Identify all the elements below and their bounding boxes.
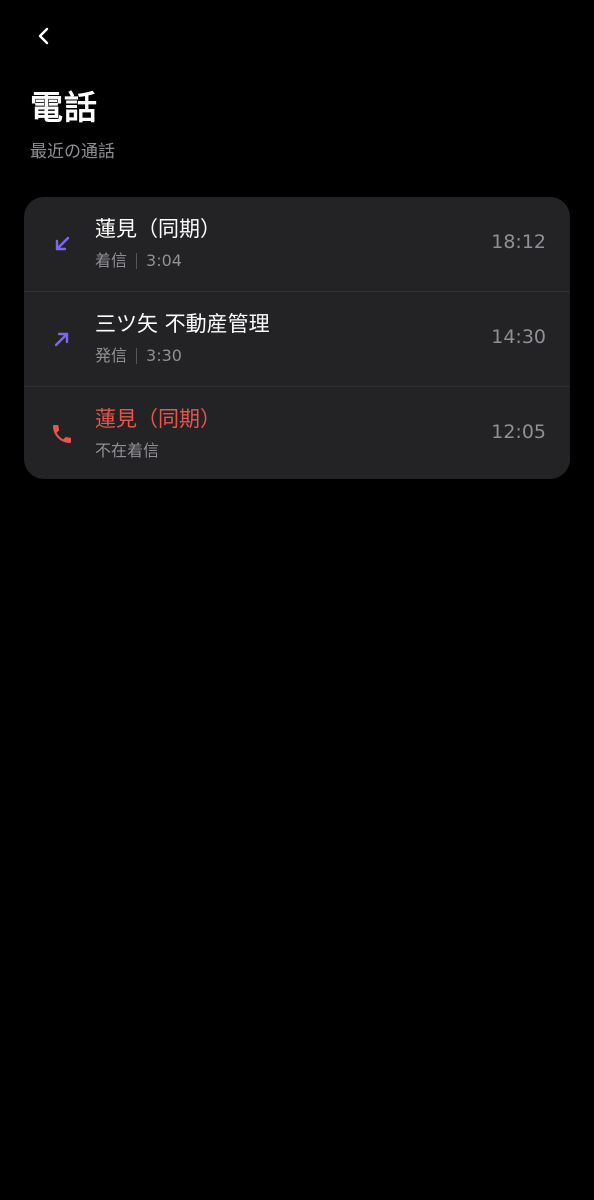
call-row-outgoing[interactable]: 三ツ矢 不動産管理 発信 3:30 14:30 — [24, 291, 570, 386]
call-type-label: 発信 — [95, 346, 128, 365]
incoming-call-arrow-icon — [50, 232, 74, 256]
call-meta: 着信 3:04 — [95, 251, 182, 270]
missed-call-phone-icon — [50, 422, 74, 446]
outgoing-call-arrow-icon — [50, 327, 74, 351]
meta-divider — [136, 347, 138, 364]
call-type-label: 不在着信 — [95, 441, 160, 460]
call-row-incoming[interactable]: 蓮見（同期） 着信 3:04 18:12 — [24, 197, 570, 291]
caller-name: 蓮見（同期） — [95, 217, 221, 241]
back-button[interactable] — [26, 20, 62, 56]
meta-divider — [136, 252, 138, 269]
call-meta: 発信 3:30 — [95, 346, 182, 365]
caller-name: 三ツ矢 不動産管理 — [95, 312, 270, 336]
caller-name: 蓮見（同期） — [95, 407, 221, 431]
page-title: 電話 — [30, 88, 98, 127]
call-time: 18:12 — [491, 231, 546, 253]
call-time: 14:30 — [491, 326, 546, 348]
call-duration: 3:30 — [146, 346, 182, 365]
page-subtitle: 最近の通話 — [30, 142, 115, 162]
chevron-left-icon — [34, 26, 54, 50]
call-duration: 3:04 — [146, 251, 182, 270]
call-time: 12:05 — [491, 421, 546, 443]
call-meta: 不在着信 — [95, 441, 159, 460]
call-type-label: 着信 — [95, 251, 128, 270]
call-row-missed[interactable]: 蓮見（同期） 不在着信 12:05 — [24, 386, 570, 479]
recent-calls-list: 蓮見（同期） 着信 3:04 18:12 三ツ矢 不動産管理 発信 3:30 1… — [24, 197, 570, 479]
